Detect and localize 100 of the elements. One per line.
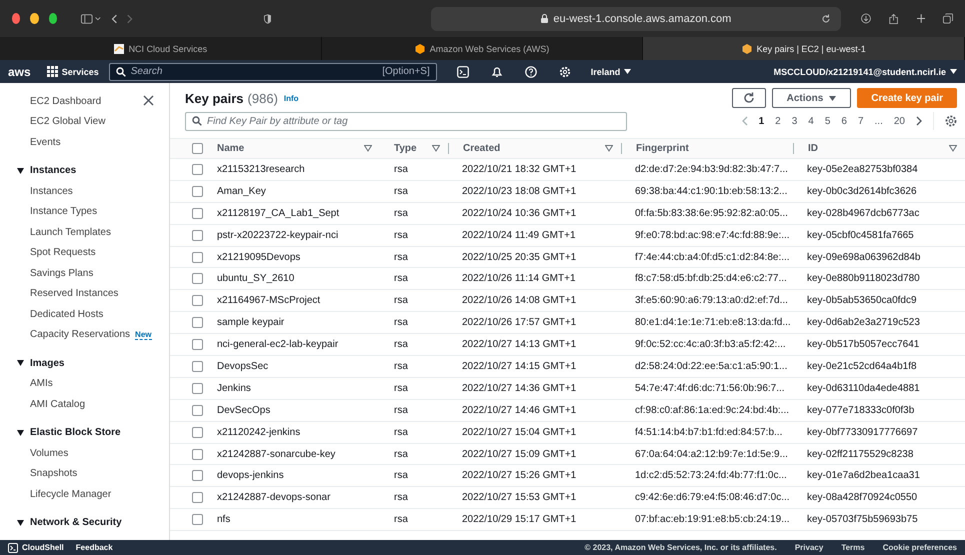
terminal-icon[interactable] (456, 66, 469, 78)
row-checkbox[interactable] (192, 448, 203, 460)
row-checkbox[interactable] (192, 382, 203, 394)
table-cell-text: f7:4e:44:cb:a4:0f:d5:c1:d2:84:8e:... (634, 250, 791, 264)
row-checkbox[interactable] (192, 360, 203, 372)
sidebar-section[interactable]: Network & Security (0, 512, 169, 533)
settings-icon[interactable] (945, 115, 957, 127)
next-page-icon[interactable] (916, 116, 922, 126)
row-checkbox[interactable] (192, 514, 203, 526)
table-cell-text: rsa (393, 316, 409, 330)
page-link[interactable]: 4 (808, 116, 814, 126)
sidebar-item[interactable]: Savings Plans (0, 263, 169, 284)
page-link[interactable]: 1 (758, 116, 764, 126)
search-box[interactable]: Search [Option+S] (108, 62, 437, 80)
share-icon[interactable] (889, 12, 899, 26)
select-all-checkbox[interactable] (192, 143, 203, 154)
search-icon (192, 116, 202, 126)
sidebar-toggle-icon[interactable] (81, 12, 102, 24)
info-link[interactable]: Info (284, 94, 299, 102)
aws-logo[interactable]: aws (8, 64, 37, 78)
page-link[interactable]: 5 (824, 116, 830, 126)
forward-icon[interactable] (127, 12, 134, 24)
sidebar-section[interactable]: Instances (0, 160, 169, 181)
terminal-icon (8, 542, 18, 552)
account-menu[interactable]: MSCCLOUD/x21219141@student.ncirl.ie (774, 66, 957, 76)
row-checkbox[interactable] (192, 273, 203, 284)
sidebar-item[interactable]: Spot Requests (0, 242, 169, 263)
page-link[interactable]: ... (874, 116, 883, 126)
page-link[interactable]: 3 (792, 116, 798, 126)
sidebar-item[interactable]: Lifecycle Manager (0, 484, 169, 504)
reload-icon[interactable] (821, 14, 832, 24)
column-header[interactable]: ID (808, 143, 818, 154)
feedback-link[interactable]: Feedback (76, 543, 113, 552)
actions-button[interactable]: Actions (772, 88, 852, 108)
sidebar-section[interactable]: Images (0, 353, 169, 374)
back-icon[interactable] (111, 12, 118, 24)
tabs-overview-icon[interactable] (943, 12, 954, 25)
sidebar-item[interactable]: Instances (0, 181, 169, 202)
filter-icon[interactable] (432, 145, 440, 152)
column-header[interactable]: Name (217, 143, 244, 154)
sidebar-item[interactable]: EC2 Global View (0, 112, 169, 132)
search-field[interactable]: Search (130, 66, 378, 77)
services-menu[interactable]: Services (46, 66, 99, 77)
row-checkbox[interactable] (192, 404, 203, 416)
row-checkbox[interactable] (192, 164, 203, 175)
refresh-button[interactable] (732, 88, 766, 108)
row-checkbox[interactable] (192, 208, 203, 219)
browser-tab[interactable]: Amazon Web Services (AWS) (322, 37, 644, 60)
close-window-button[interactable] (12, 13, 20, 24)
shield-icon[interactable] (264, 12, 272, 24)
page-link[interactable]: 6 (841, 116, 847, 126)
caret-icon (17, 520, 24, 526)
sidebar-item[interactable]: Snapshots (0, 464, 169, 484)
sidebar-item[interactable]: Dedicated Hosts (0, 304, 169, 324)
footer-link[interactable]: Privacy (794, 543, 824, 552)
sidebar-item[interactable]: Capacity Reservations New (0, 324, 169, 345)
row-checkbox[interactable] (192, 295, 203, 306)
sidebar-item[interactable]: EC2 Dashboard (0, 91, 169, 112)
row-checkbox[interactable] (192, 492, 203, 504)
row-checkbox[interactable] (192, 317, 203, 328)
close-button[interactable] (143, 95, 154, 106)
filter-icon[interactable] (605, 145, 613, 152)
footer-link[interactable]: Cookie preferences (882, 543, 957, 552)
filter-icon[interactable] (949, 145, 957, 152)
minimize-window-button[interactable] (30, 13, 39, 24)
region-menu[interactable]: Ireland (590, 66, 632, 76)
page-link[interactable]: 2 (775, 116, 781, 126)
cloudshell-button[interactable]: CloudShell (8, 542, 64, 552)
sidebar-item[interactable]: AMIs (0, 374, 169, 394)
browser-tab[interactable]: Key pairs | EC2 | eu-west-1 (643, 37, 965, 60)
filter-box[interactable]: Find Key Pair by attribute or tag (185, 112, 627, 130)
sidebar-item[interactable]: Events (0, 132, 169, 152)
section-label: Elastic Block Store (30, 427, 121, 438)
plus-icon[interactable] (916, 13, 926, 24)
sidebar-item[interactable]: Volumes (0, 443, 169, 464)
row-checkbox[interactable] (192, 230, 203, 241)
row-checkbox[interactable] (192, 252, 203, 262)
sidebar-item[interactable]: Reserved Instances (0, 284, 169, 304)
row-checkbox[interactable] (192, 426, 203, 438)
sidebar-item[interactable]: Instance Types (0, 202, 169, 222)
column-header[interactable]: Fingerprint (636, 143, 689, 154)
download-icon[interactable] (861, 12, 872, 25)
page-link[interactable]: 20 (894, 116, 905, 126)
table-cell-text: x21242887-sonarcube-key (216, 448, 336, 462)
page-link[interactable]: 7 (858, 116, 864, 126)
sidebar-item[interactable]: AMI Catalog (0, 394, 169, 414)
sidebar-item[interactable]: Launch Templates (0, 222, 169, 242)
address-bar[interactable]: eu-west-1.console.aws.amazon.com (431, 6, 842, 30)
column-header[interactable]: Created (463, 143, 500, 154)
row-checkbox[interactable] (192, 339, 203, 350)
column-header[interactable]: Type (394, 143, 417, 154)
sidebar-section[interactable]: Elastic Block Store (0, 422, 169, 443)
zoom-window-button[interactable] (48, 13, 58, 24)
row-checkbox[interactable] (192, 470, 203, 482)
table-cell-text: key-028b4967dcb6773ac (806, 206, 920, 221)
filter-icon[interactable] (364, 145, 372, 152)
footer-link[interactable]: Terms (841, 543, 865, 552)
help-icon[interactable] (524, 66, 537, 78)
bell-icon[interactable] (490, 66, 503, 78)
row-checkbox[interactable] (192, 186, 203, 197)
